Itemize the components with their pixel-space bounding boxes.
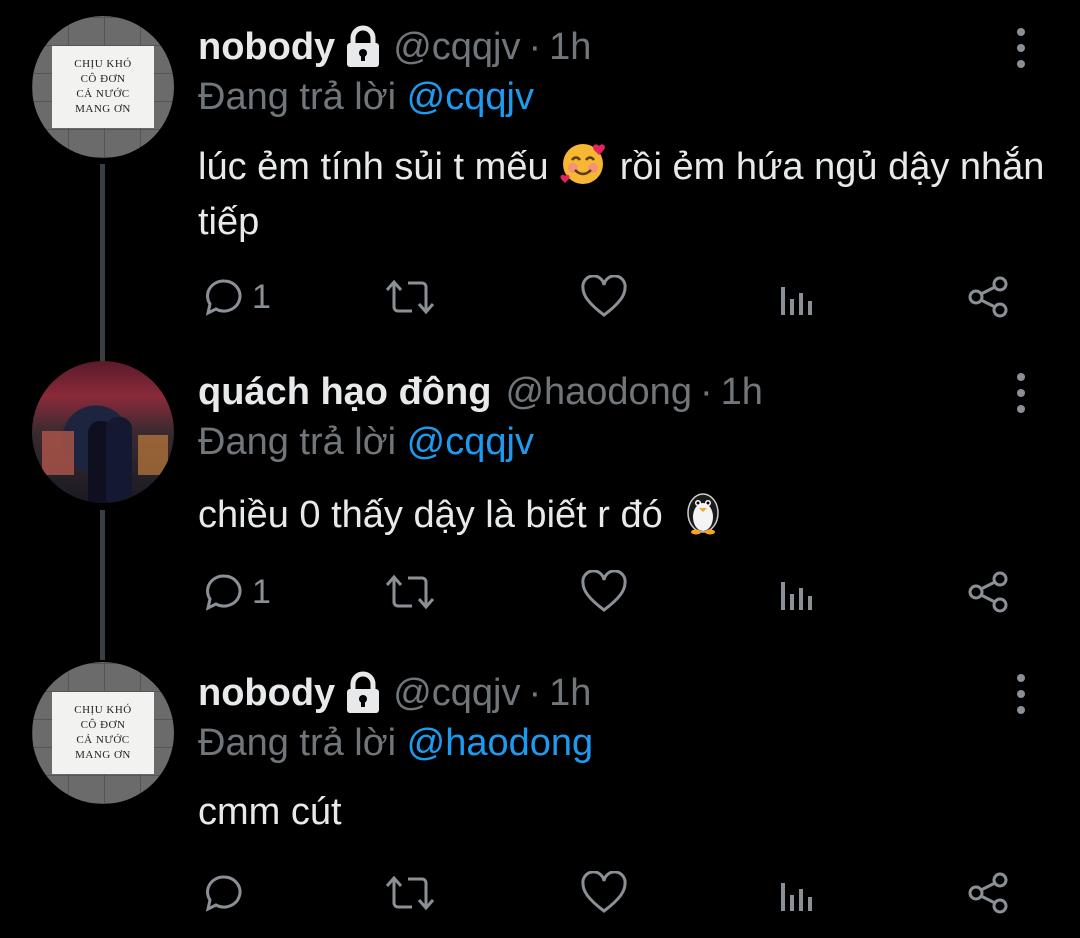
timestamp[interactable]: 1h xyxy=(721,369,763,415)
tweet-text-part: chiều 0 thấy dậy là biết r đó xyxy=(198,494,663,537)
avatar[interactable] xyxy=(32,361,174,503)
analytics-icon xyxy=(781,883,812,911)
heart-icon xyxy=(581,570,627,612)
replying-prefix: Đang trả lời xyxy=(198,76,397,118)
reply-button[interactable]: 1 xyxy=(202,272,271,322)
reply-count: 1 xyxy=(252,572,271,611)
share-button[interactable] xyxy=(966,272,1010,322)
avatar[interactable]: CHỊU KHÓ CÔ ĐƠN CẢ NƯỚC MANG ƠN xyxy=(32,16,174,158)
share-icon xyxy=(968,571,1008,613)
tweet-text-part: lúc ẻm tính sủi t mếu xyxy=(198,146,549,189)
tweet-header: nobody @cqqjv · 1h xyxy=(198,24,591,70)
views-button[interactable] xyxy=(776,272,816,322)
penguin-icon xyxy=(681,487,725,547)
tweet-text: chiều 0 thấy dậy là biết r đó xyxy=(198,487,1058,547)
share-button[interactable] xyxy=(966,567,1010,617)
more-vertical-icon[interactable] xyxy=(1006,28,1036,68)
avatar-sign-image: CHỊU KHÓ CÔ ĐƠN CẢ NƯỚC MANG ƠN xyxy=(52,46,154,128)
handle[interactable]: @haodong xyxy=(505,369,692,415)
share-button[interactable] xyxy=(966,868,1010,918)
more-vertical-icon[interactable] xyxy=(1006,373,1036,413)
like-button[interactable] xyxy=(580,567,628,617)
avatar-photo-detail xyxy=(138,435,168,475)
action-bar xyxy=(198,868,1038,918)
reply-icon xyxy=(205,574,242,611)
retweet-button[interactable] xyxy=(384,868,436,918)
tweet-text-part: cmm cút xyxy=(198,791,342,833)
handle[interactable]: @cqqjv xyxy=(393,670,520,716)
separator: · xyxy=(528,672,542,714)
replying-to: Đang trả lời @haodong xyxy=(198,720,593,766)
lock-icon xyxy=(343,25,383,69)
tweet-header: quách hạo đông @haodong · 1h xyxy=(198,369,763,415)
mention-link[interactable]: @cqqjv xyxy=(407,421,534,463)
reply-count: 1 xyxy=(252,277,271,316)
timestamp[interactable]: 1h xyxy=(549,24,591,70)
avatar[interactable]: CHỊU KHÓ CÔ ĐƠN CẢ NƯỚC MANG ƠN xyxy=(32,662,174,804)
handle[interactable]: @cqqjv xyxy=(393,24,520,70)
avatar-photo-detail xyxy=(42,431,74,475)
tweet-header: nobody @cqqjv · 1h xyxy=(198,670,591,716)
smiling-face-with-hearts-icon xyxy=(559,140,609,198)
more-vertical-icon[interactable] xyxy=(1006,674,1036,714)
share-icon xyxy=(968,276,1008,318)
heart-icon xyxy=(581,275,627,317)
reply-icon xyxy=(205,875,242,912)
display-name[interactable]: nobody xyxy=(198,24,335,70)
action-bar: 1 xyxy=(198,567,1038,617)
separator: · xyxy=(528,26,542,68)
avatar-photo-figure xyxy=(106,417,132,503)
like-button[interactable] xyxy=(580,272,628,322)
retweet-icon xyxy=(385,875,435,911)
replying-to: Đang trả lời @cqqjv xyxy=(198,419,534,465)
tweet[interactable]: CHỊU KHÓ CÔ ĐƠN CẢ NƯỚC MANG ƠN nobody @… xyxy=(0,0,1080,345)
retweet-button[interactable] xyxy=(384,567,436,617)
lock-icon xyxy=(343,671,383,715)
reply-button[interactable] xyxy=(202,868,252,918)
replying-prefix: Đang trả lời xyxy=(198,421,397,463)
reply-icon xyxy=(205,279,242,316)
tweet[interactable]: CHỊU KHÓ CÔ ĐƠN CẢ NƯỚC MANG ƠN nobody @… xyxy=(0,646,1080,938)
tweet[interactable]: quách hạo đông @haodong · 1h Đang trả lờ… xyxy=(0,345,1080,645)
tweet-text: lúc ẻm tính sủi t mếu rồi ẻm hứa ngủ dậy… xyxy=(198,140,1058,246)
timestamp[interactable]: 1h xyxy=(549,670,591,716)
avatar-sign-image: CHỊU KHÓ CÔ ĐƠN CẢ NƯỚC MANG ƠN xyxy=(52,692,154,774)
retweet-icon xyxy=(385,279,435,315)
reply-button[interactable]: 1 xyxy=(202,567,271,617)
action-bar: 1 xyxy=(198,272,1038,322)
retweet-icon xyxy=(385,574,435,610)
share-icon xyxy=(968,872,1008,914)
separator: · xyxy=(699,371,713,413)
display-name[interactable]: quách hạo đông xyxy=(198,369,491,415)
analytics-icon xyxy=(781,582,812,610)
neon-sign-shape xyxy=(62,379,132,393)
display-name[interactable]: nobody xyxy=(198,670,335,716)
mention-link[interactable]: @cqqjv xyxy=(407,76,534,118)
replying-prefix: Đang trả lời xyxy=(198,722,397,764)
tweet-text: cmm cút xyxy=(198,788,1058,836)
views-button[interactable] xyxy=(776,567,816,617)
analytics-icon xyxy=(781,287,812,315)
mention-link[interactable]: @haodong xyxy=(407,722,594,764)
replying-to: Đang trả lời @cqqjv xyxy=(198,74,534,120)
views-button[interactable] xyxy=(776,868,816,918)
heart-icon xyxy=(581,871,627,913)
conversation-thread: CHỊU KHÓ CÔ ĐƠN CẢ NƯỚC MANG ƠN nobody @… xyxy=(0,0,1080,938)
like-button[interactable] xyxy=(580,868,628,918)
retweet-button[interactable] xyxy=(384,272,436,322)
